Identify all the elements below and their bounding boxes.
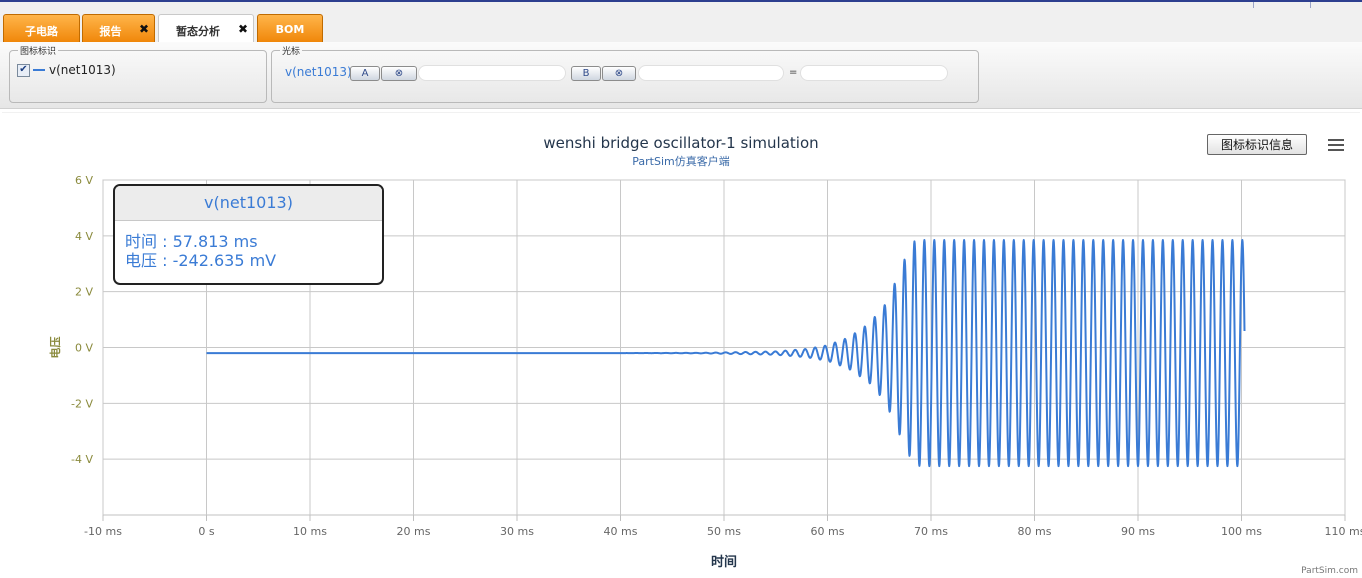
cursor-b-value[interactable] [638,65,784,81]
tooltip-series-name: v(net1013) [115,186,382,221]
cursor-signal-label[interactable]: v(net1013) [285,65,352,79]
series-swatch [33,69,45,71]
cursor-a-value[interactable] [418,65,566,81]
cursor-a-button[interactable]: A [350,66,380,81]
tab-report[interactable]: 报告 ✖ [82,14,155,42]
tab-label: 暂态分析 [176,25,220,38]
tab-bom[interactable]: BOM [257,14,323,42]
hover-tooltip: v(net1013) 时间 : 57.813 ms 电压 : -242.635 … [113,184,384,285]
close-icon[interactable]: ✖ [238,23,248,35]
clear-b-button[interactable]: ⊗ [602,66,636,81]
tab-label: BOM [275,23,305,36]
cursor-panel: 光标 v(net1013) A ⊗ B ⊗ = [271,44,979,103]
equals-sign: = [789,67,798,78]
clear-a-button[interactable]: ⊗ [381,66,417,81]
legend-item[interactable]: ✔ v(net1013) [17,63,116,77]
toolbar: 图标标识 ✔ v(net1013) 光标 v(net1013) A ⊗ B ⊗ … [0,42,1362,109]
cursor-delta-value[interactable] [800,65,948,81]
legend-panel: 图标标识 ✔ v(net1013) [9,44,267,103]
credit-link[interactable]: PartSim.com [1301,566,1358,576]
legend-item-label: v(net1013) [49,63,116,77]
cursor-panel-title: 光标 [282,47,301,57]
tab-subcircuit[interactable]: 子电路 [3,14,80,42]
tab-transient-analysis[interactable]: 暂态分析 ✖ [158,14,254,44]
chart-title: wenshi bridge oscillator-1 simulation [543,134,819,152]
chart-menu-icon[interactable] [1322,132,1350,158]
chart-container [2,112,1360,578]
tab-label: 报告 [99,25,122,38]
cursor-b-button[interactable]: B [571,66,601,81]
tab-strip: 子电路 报告 ✖ 暂态分析 ✖ BOM [0,2,1362,44]
tooltip-voltage: 电压 : -242.635 mV [125,251,277,270]
tab-label: 子电路 [25,25,58,38]
tooltip-time: 时间 : 57.813 ms [125,232,258,251]
checkbox[interactable]: ✔ [17,63,30,77]
legend-info-button[interactable]: 图标标识信息 [1207,134,1307,155]
close-icon[interactable]: ✖ [139,23,149,35]
chart-subtitle: PartSim仿真客户端 [632,155,730,168]
legend-panel-title: 图标标识 [20,47,57,57]
